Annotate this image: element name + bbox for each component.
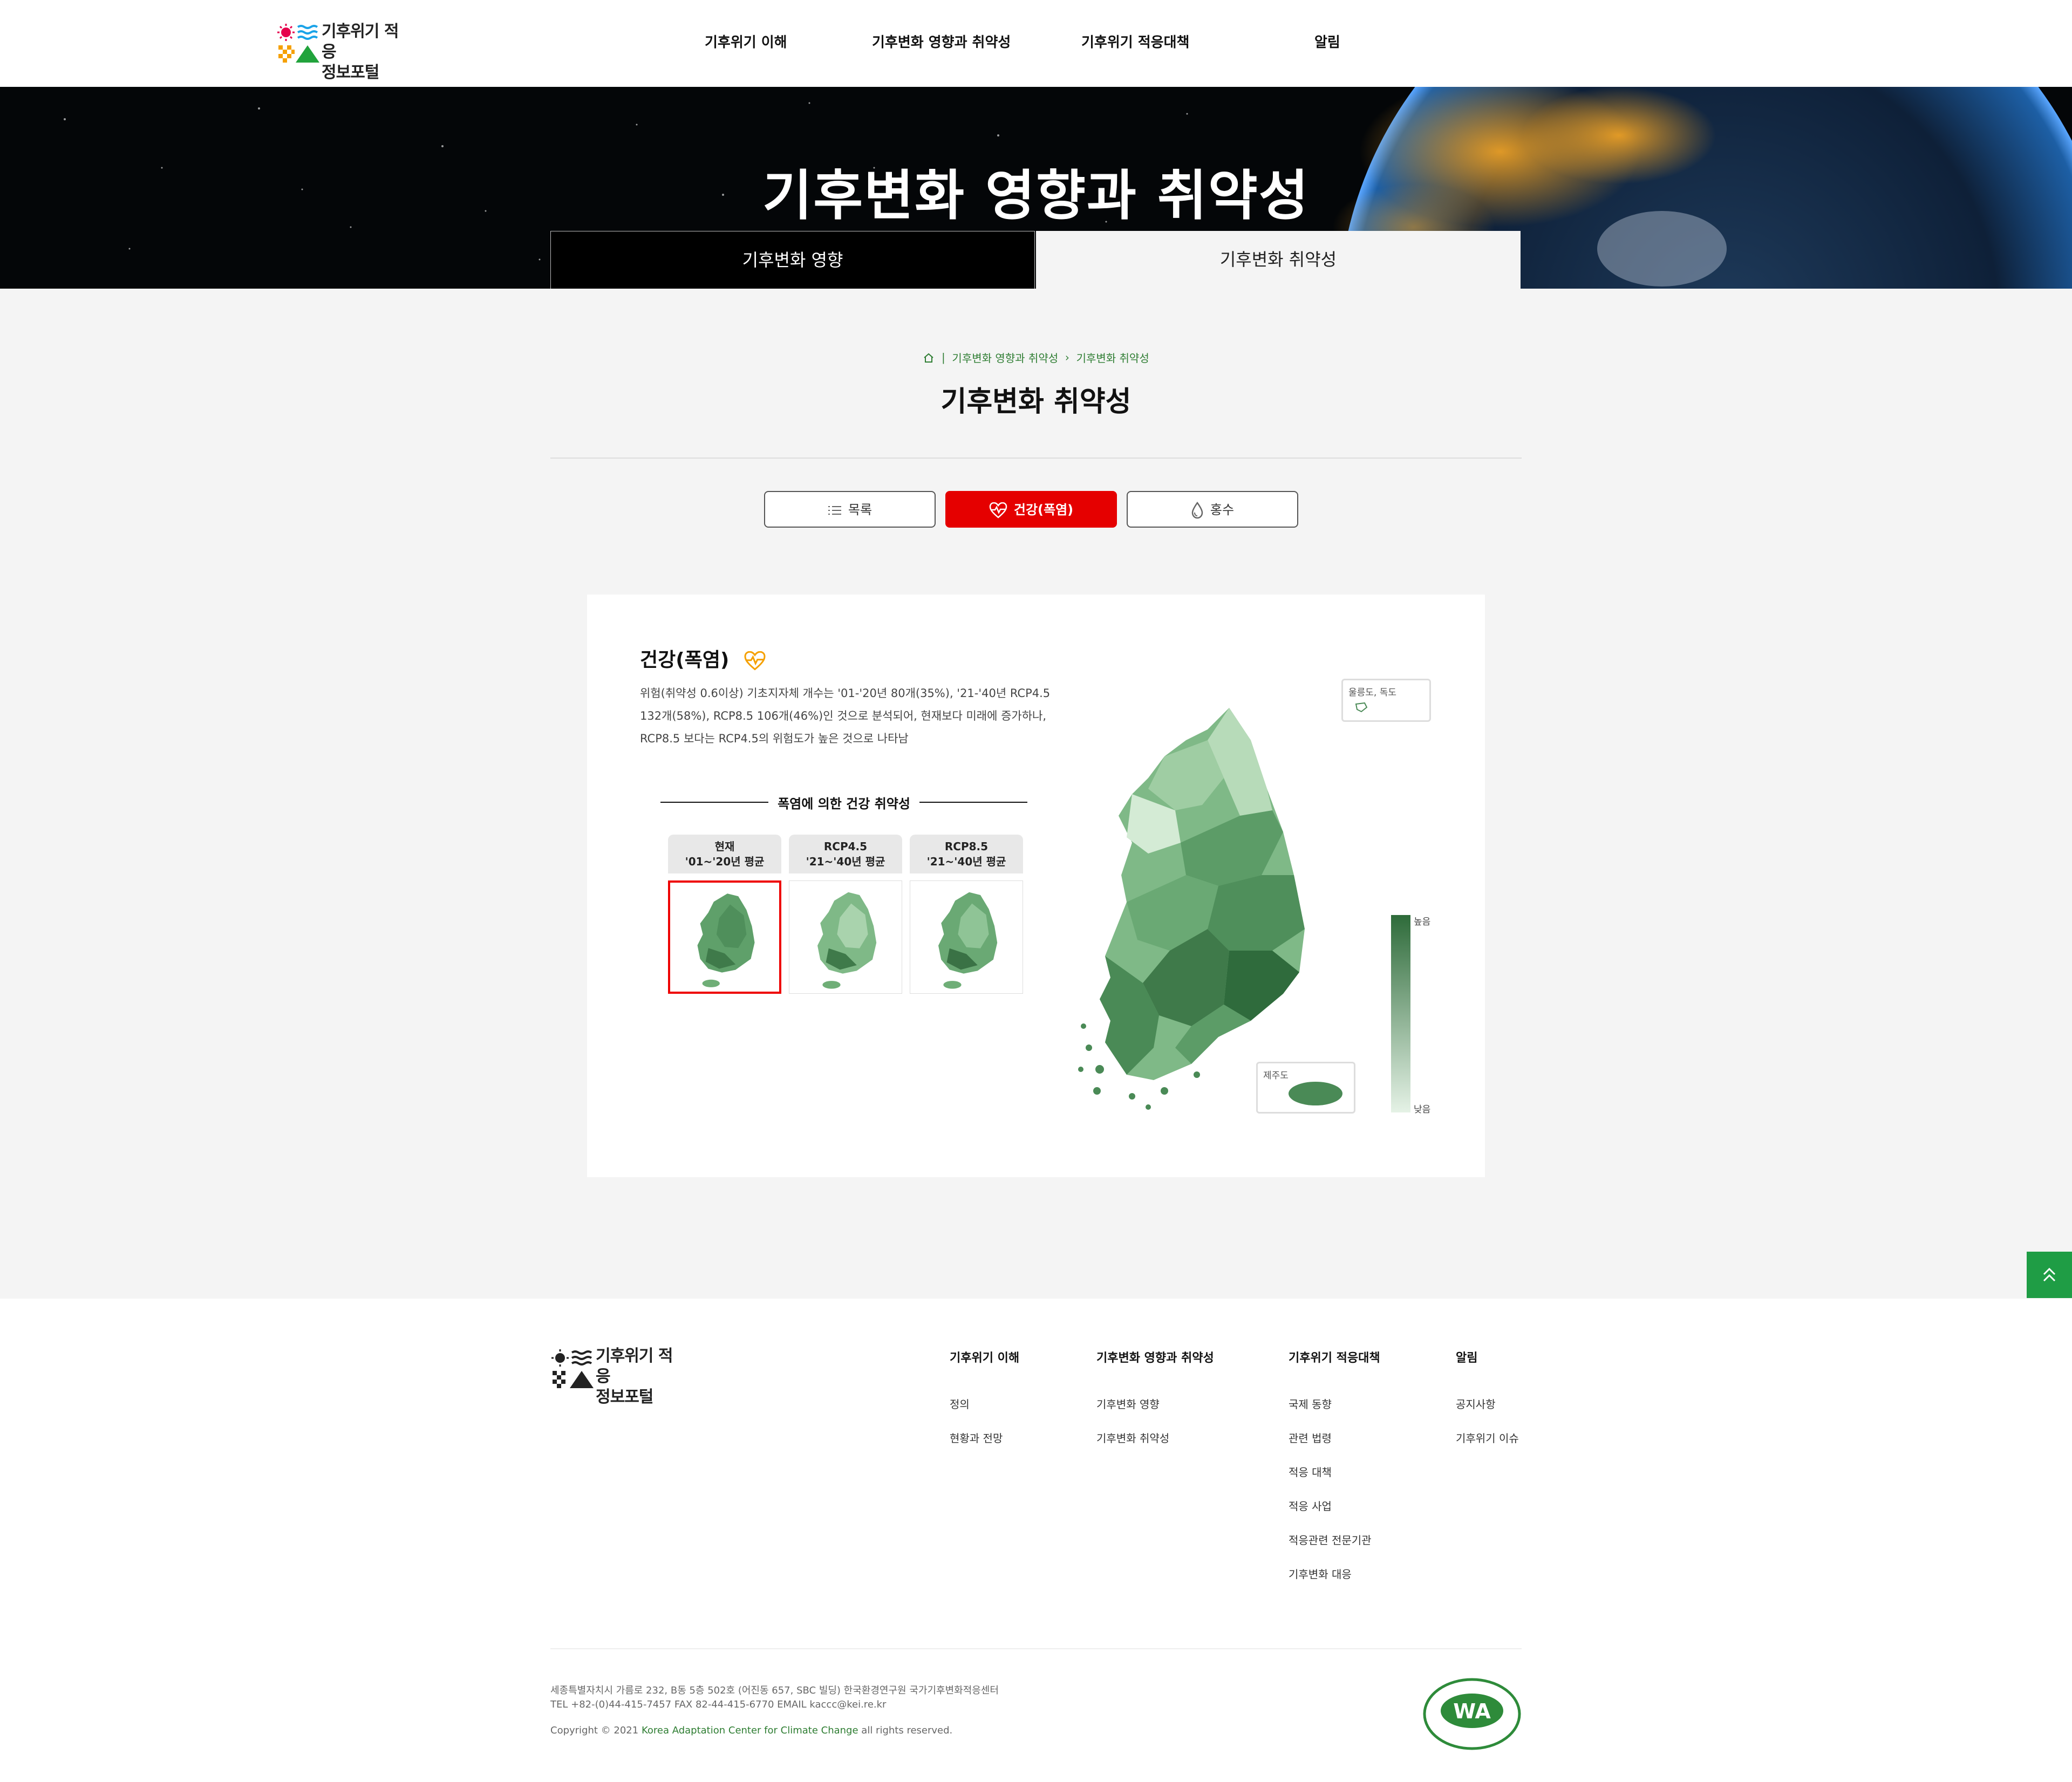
ulleung-island-shape (1355, 702, 1368, 713)
heart-pulse-icon (744, 651, 766, 671)
breadcrumb-separator: | (938, 351, 949, 364)
breadcrumb-item-current[interactable]: 기후변화 취약성 (1076, 352, 1149, 365)
footer-link-status[interactable]: 현황과 전망 (950, 1430, 1003, 1445)
footer-link-vulnerability[interactable]: 기후변화 취약성 (1096, 1430, 1169, 1445)
footer-address: 세종특별자치시 가름로 232, B동 5층 502호 (어진동 657, SB… (550, 1685, 999, 1696)
heart-pulse-icon (989, 502, 1007, 518)
scenario-current-thumbnail[interactable] (668, 880, 781, 994)
scenario-current-name: 현재 (714, 840, 735, 853)
footer-link-notices[interactable]: 공지사항 (1456, 1396, 1496, 1411)
korea-map-thumbnail-current (697, 893, 755, 987)
inset-ulleung-dokdo: 울릉도, 독도 (1341, 679, 1431, 722)
chart-title: 폭염에 의한 건강 취약성 (660, 791, 1027, 813)
footer-link-intl-trend[interactable]: 국제 동향 (1289, 1396, 1332, 1411)
scenario-rcp85-name: RCP8.5 (944, 840, 989, 853)
legend-low-label: 낮음 (1414, 1104, 1431, 1115)
tab-climate-vulnerability[interactable]: 기후변화 취약성 (1036, 231, 1521, 289)
copyright-prefix: Copyright © 2021 (550, 1725, 639, 1736)
nav-impact-vulnerability[interactable]: 기후변화 영향과 취약성 (872, 31, 1011, 51)
logo-mark-icon (551, 1349, 594, 1388)
scenario-current-label[interactable]: 현재 '01~'20년 평균 (668, 835, 781, 873)
wa-certification-icon: WA (1423, 1678, 1521, 1750)
scenario-rcp85-thumbnail[interactable] (910, 880, 1023, 994)
list-icon (828, 506, 841, 515)
korea-map-thumbnail-rcp45 (817, 892, 877, 989)
nav-notice[interactable]: 알림 (1314, 31, 1340, 51)
nav-adaptation-policy[interactable]: 기후위기 적응대책 (1081, 31, 1189, 51)
footer-link-response[interactable]: 기후변화 대응 (1289, 1566, 1352, 1581)
footer-logo-line1: 기후위기 적응 (596, 1347, 673, 1386)
card-title: 건강(폭염) (640, 644, 766, 672)
scenario-rcp45-period: '21~'40년 평균 (806, 855, 885, 868)
category-heatwave-button[interactable]: 건강(폭염) (945, 491, 1117, 528)
inset-jeju: 제주도 (1256, 1062, 1355, 1114)
site-footer: 기후위기 적응 정보포털 기후위기 이해 정의 현황과 전망 기후변화 영향과 … (0, 1299, 2072, 1782)
footer-logo-line2: 정보포털 (596, 1388, 653, 1407)
footer-logo[interactable]: 기후위기 적응 정보포털 (550, 1346, 680, 1407)
copyright-suffix: all rights reserved. (861, 1725, 953, 1736)
category-list-button[interactable]: 목록 (764, 491, 936, 528)
web-accessibility-mark: WA (1422, 1677, 1522, 1751)
double-chevron-up-icon (2043, 1267, 2056, 1282)
vulnerability-card: 건강(폭염) 위험(취약성 0.6이상) 기초지자체 개수는 '01-'20년 … (587, 595, 1485, 1177)
footer-link-measures[interactable]: 적응 대책 (1289, 1464, 1332, 1479)
inset-jeju-label: 제주도 (1263, 1070, 1289, 1081)
korea-map-thumbnail-rcp85 (938, 892, 998, 989)
jeju-island-shape (1289, 1082, 1342, 1105)
footer-link-issues[interactable]: 기후위기 이슈 (1456, 1430, 1519, 1445)
scenario-current-period: '01~'20년 평균 (685, 855, 765, 868)
scenario-rcp45-label[interactable]: RCP4.5 '21~'40년 평균 (789, 835, 902, 873)
site-header: 기후위기 적응 정보포털 기후위기 이해 기후변화 영향과 취약성 기후위기 적… (0, 0, 2072, 87)
site-logo[interactable]: 기후위기 적응 정보포털 (276, 21, 406, 82)
inset-ulleung-label: 울릉도, 독도 (1348, 687, 1397, 698)
footer-logo-text: 기후위기 적응 정보포털 (596, 1346, 680, 1408)
footer-contact: TEL +82-(0)44-415-7457 FAX 82-44-415-677… (550, 1699, 887, 1710)
footer-link-projects[interactable]: 적응 사업 (1289, 1498, 1332, 1513)
card-title-text: 건강(폭염) (640, 649, 730, 671)
scroll-top-button[interactable] (2027, 1252, 2072, 1298)
tab-climate-impact[interactable]: 기후변화 영향 (550, 231, 1035, 289)
footer-col-title-understanding[interactable]: 기후위기 이해 (950, 1348, 1019, 1365)
title-divider (550, 458, 1522, 459)
category-list-label: 목록 (848, 502, 873, 517)
copyright-org-link[interactable]: Korea Adaptation Center for Climate Chan… (642, 1725, 858, 1736)
scenario-rcp45-name: RCP4.5 (823, 840, 868, 853)
home-icon[interactable] (923, 352, 935, 364)
scenario-rcp85-period: '21~'40년 평균 (926, 855, 1006, 868)
card-description: 위험(취약성 0.6이상) 기초지자체 개수는 '01-'20년 80개(35%… (640, 687, 1051, 745)
category-flood-label: 홍수 (1210, 502, 1235, 517)
category-flood-button[interactable]: 홍수 (1127, 491, 1298, 528)
breadcrumb: | 기후변화 영향과 취약성 › 기후변화 취약성 (0, 350, 2072, 365)
chevron-right-icon: › (1061, 351, 1073, 364)
svg-text:WA: WA (1453, 1699, 1491, 1723)
footer-link-law[interactable]: 관련 법령 (1289, 1430, 1332, 1445)
logo-text: 기후위기 적응 정보포털 (322, 22, 406, 83)
footer-divider (550, 1648, 1522, 1649)
nav-climate-understanding[interactable]: 기후위기 이해 (705, 31, 787, 51)
footer-col-title-adaptation[interactable]: 기후위기 적응대책 (1289, 1348, 1380, 1365)
category-heatwave-label: 건강(폭염) (1013, 502, 1074, 517)
vulnerability-legend-bar (1391, 915, 1410, 1112)
scenario-rcp85-label[interactable]: RCP8.5 '21~'40년 평균 (910, 835, 1023, 873)
scenario-rcp45-thumbnail[interactable] (789, 880, 902, 994)
logo-mark-icon (277, 24, 319, 63)
footer-link-institutes[interactable]: 적응관련 전문기관 (1289, 1532, 1372, 1547)
water-drop-icon (1191, 501, 1203, 519)
breadcrumb-item-impact[interactable]: 기후변화 영향과 취약성 (952, 352, 1058, 365)
footer-col-title-notice[interactable]: 알림 (1456, 1348, 1477, 1365)
footer-col-title-impact[interactable]: 기후변화 영향과 취약성 (1096, 1348, 1214, 1365)
chart-title-text: 폭염에 의한 건강 취약성 (778, 796, 910, 811)
hero-title: 기후변화 영향과 취약성 (762, 164, 1310, 227)
footer-copyright: Copyright © 2021 Korea Adaptation Center… (550, 1725, 952, 1736)
footer-link-definition[interactable]: 정의 (950, 1396, 970, 1411)
page-title: 기후변화 취약성 (940, 386, 1132, 418)
logo-text-line1: 기후위기 적응 (322, 22, 399, 62)
logo-text-line2: 정보포털 (322, 63, 379, 82)
footer-link-impact[interactable]: 기후변화 영향 (1096, 1396, 1160, 1411)
legend-high-label: 높음 (1414, 917, 1431, 927)
